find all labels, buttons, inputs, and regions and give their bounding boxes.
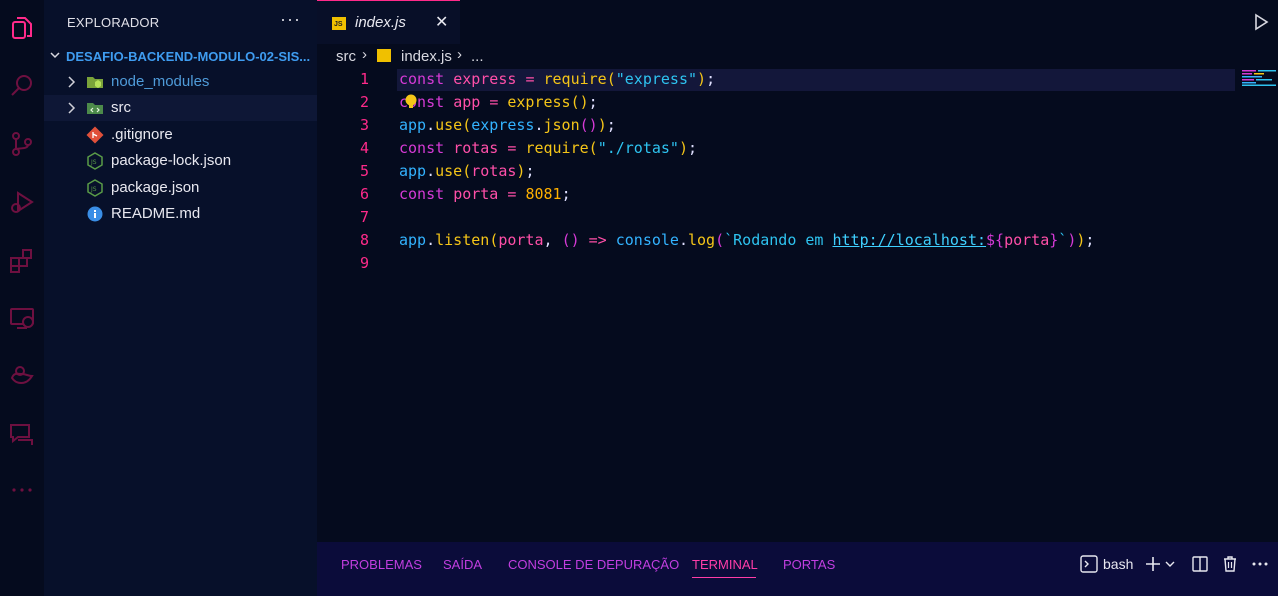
- tree-item-node-modules[interactable]: node_modules: [44, 69, 317, 95]
- code-line: 4 const rotas = require("./rotas");: [317, 137, 1278, 160]
- more-icon[interactable]: [1250, 554, 1270, 574]
- git-icon: [86, 126, 104, 144]
- line-number: 2: [359, 93, 369, 111]
- code-text: app.use(express.json());: [399, 116, 616, 134]
- workspace-folder-name: DESAFIO-BACKEND-MODULO-02-SIS...: [66, 48, 311, 64]
- javascript-file-icon: JS: [332, 17, 346, 30]
- explorer-more-button[interactable]: ···: [280, 9, 301, 30]
- tree-item-gitignore[interactable]: .gitignore: [44, 122, 317, 148]
- docker-icon[interactable]: [0, 354, 44, 398]
- node-folder-icon: [86, 73, 104, 91]
- code-line: 3 app.use(express.json());: [317, 114, 1278, 137]
- tab-saida[interactable]: SAÍDA: [443, 557, 482, 572]
- run-debug-icon[interactable]: [0, 180, 44, 224]
- src-folder-icon: [86, 99, 104, 117]
- minimap[interactable]: [1242, 70, 1278, 86]
- line-number: 4: [359, 139, 369, 157]
- code-text: app.use(rotas);: [399, 162, 535, 180]
- line-number: 1: [359, 70, 369, 88]
- breadcrumb-file[interactable]: index.js: [401, 48, 452, 65]
- code-line: 8 app.listen(porta, () => console.log(`R…: [317, 229, 1278, 252]
- code-text: app.listen(porta, () => console.log(`Rod…: [399, 231, 1095, 249]
- workspace-folder-header[interactable]: DESAFIO-BACKEND-MODULO-02-SIS...: [44, 44, 317, 68]
- line-number: 8: [359, 231, 369, 249]
- chevron-down-icon[interactable]: [1163, 554, 1177, 574]
- tree-item-src[interactable]: src: [44, 95, 317, 121]
- add-icon[interactable]: [1143, 554, 1163, 574]
- line-number: 6: [359, 185, 369, 203]
- code-text: const rotas = require("./rotas");: [399, 139, 698, 157]
- code-line: 9: [317, 252, 1278, 275]
- tree-item-label: .gitignore: [111, 126, 173, 143]
- explorer-header: EXPLORADOR ···: [44, 0, 317, 44]
- code-line: 2 const app = express();: [317, 91, 1278, 114]
- terminal-shell-name[interactable]: bash: [1103, 556, 1133, 572]
- tab-problemas[interactable]: PROBLEMAS: [341, 557, 422, 572]
- tree-item-package-lock[interactable]: JS package-lock.json: [44, 148, 317, 174]
- source-control-icon[interactable]: [0, 122, 44, 166]
- terminal-icon[interactable]: [1079, 554, 1099, 574]
- nodejs-icon: JS: [86, 179, 104, 197]
- tree-item-label: src: [111, 99, 131, 116]
- more-icon[interactable]: [0, 468, 44, 512]
- code-line: 7: [317, 206, 1278, 229]
- split-terminal-icon[interactable]: [1190, 554, 1210, 574]
- code-line: 1 const express = require("express");: [317, 68, 1278, 91]
- extensions-icon[interactable]: [0, 238, 44, 282]
- code-text: const app = express();: [399, 93, 598, 111]
- tab-portas[interactable]: PORTAS: [783, 557, 835, 572]
- tree-item-readme[interactable]: README.md: [44, 201, 317, 227]
- chevron-right-icon: [65, 74, 79, 90]
- breadcrumb-separator: ›: [457, 46, 462, 63]
- trash-icon[interactable]: [1220, 554, 1240, 574]
- javascript-file-icon: [377, 49, 391, 62]
- breadcrumb: src › index.js › ...: [317, 44, 1278, 68]
- tree-item-label: package.json: [111, 179, 200, 196]
- remote-explorer-icon[interactable]: [0, 296, 44, 340]
- breadcrumb-separator: ›: [362, 46, 367, 63]
- active-tab-underline: [692, 577, 756, 578]
- activity-bar: [0, 0, 44, 596]
- tab-terminal[interactable]: TERMINAL: [692, 557, 758, 572]
- tree-item-label: node_modules: [111, 73, 210, 90]
- code-text: const porta = 8081;: [399, 185, 571, 203]
- nodejs-icon: JS: [86, 152, 104, 170]
- tree-item-label: package-lock.json: [111, 152, 232, 169]
- run-icon[interactable]: [1251, 12, 1271, 32]
- line-number: 3: [359, 116, 369, 134]
- chevron-right-icon: [65, 100, 79, 116]
- line-number: 5: [359, 162, 369, 180]
- editor-tab-bar: JS index.js ✕: [317, 0, 1278, 44]
- svg-text:JS: JS: [90, 159, 97, 166]
- chat-icon[interactable]: [0, 412, 44, 456]
- code-line: 5 app.use(rotas);: [317, 160, 1278, 183]
- svg-text:JS: JS: [90, 186, 97, 193]
- tab-console-depuracao[interactable]: CONSOLE DE DEPURAÇÃO: [508, 557, 679, 572]
- info-icon: [86, 205, 104, 223]
- breadcrumb-folder[interactable]: src: [336, 48, 356, 65]
- tab-index-js[interactable]: JS index.js ✕: [317, 0, 460, 44]
- explorer-sidebar: EXPLORADOR ··· DESAFIO-BACKEND-MODULO-02…: [44, 0, 317, 596]
- bottom-panel: PROBLEMAS SAÍDA CONSOLE DE DEPURAÇÃO TER…: [317, 542, 1278, 596]
- lightbulb-icon[interactable]: [404, 94, 418, 110]
- search-icon[interactable]: [0, 64, 44, 108]
- tree-item-package-json[interactable]: JS package.json: [44, 175, 317, 201]
- tab-label: index.js: [355, 14, 406, 31]
- breadcrumb-more[interactable]: ...: [471, 48, 484, 65]
- code-editor[interactable]: 1 const express = require("express"); 2 …: [317, 68, 1278, 542]
- line-number: 9: [359, 254, 369, 272]
- chevron-down-icon: [44, 49, 66, 64]
- tree-item-label: README.md: [111, 205, 201, 222]
- close-icon[interactable]: ✕: [435, 12, 448, 32]
- line-number: 7: [359, 208, 369, 226]
- files-icon[interactable]: [0, 6, 44, 50]
- code-line: 6 const porta = 8081;: [317, 183, 1278, 206]
- explorer-title: EXPLORADOR: [67, 15, 160, 30]
- code-text: const express = require("express");: [399, 70, 716, 88]
